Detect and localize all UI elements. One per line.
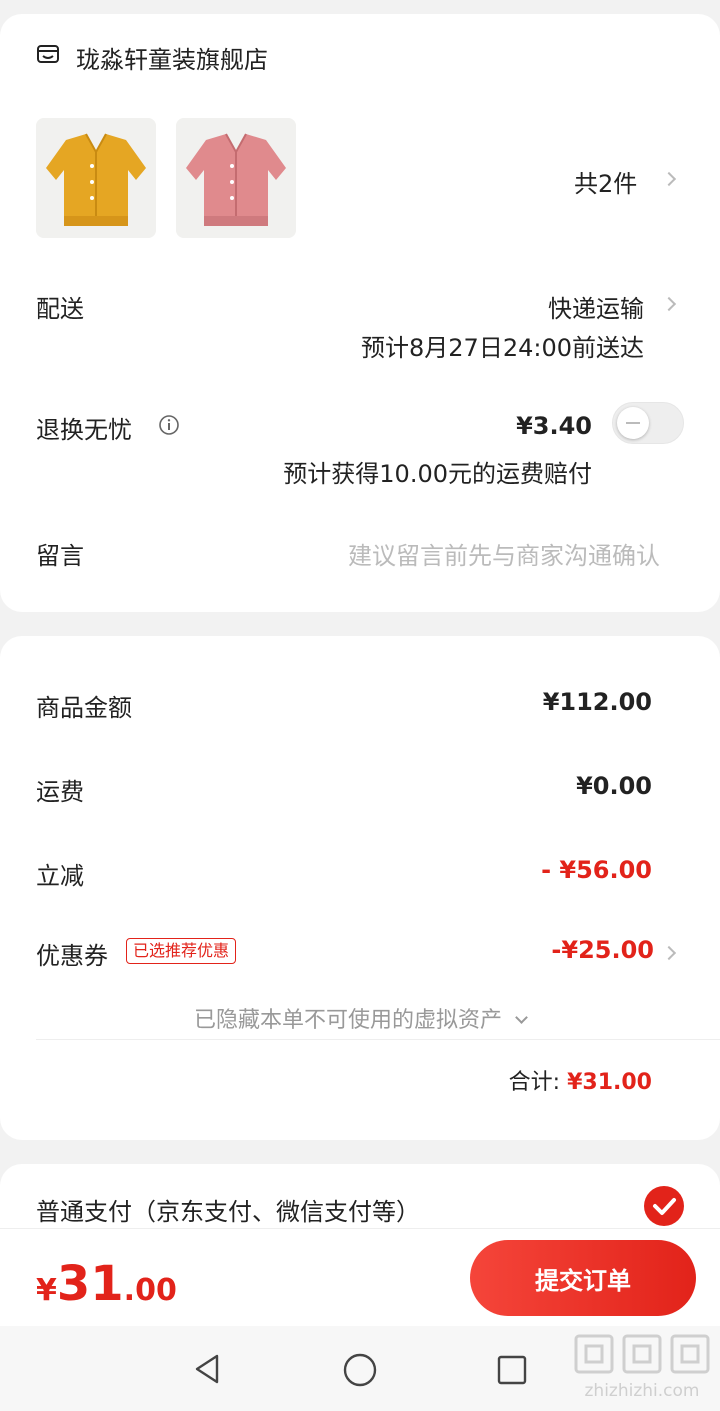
currency-symbol: ¥ (36, 1273, 57, 1308)
return-insurance-price: ¥3.40 (516, 412, 592, 440)
home-icon[interactable] (342, 1352, 378, 1392)
product-thumbnail-yellow[interactable] (36, 118, 156, 238)
delivery-label: 配送 (36, 295, 84, 323)
product-count[interactable]: 共2件 (574, 164, 637, 199)
return-insurance-label: 退换无忧 (36, 416, 132, 444)
shipping-fee-value: ¥0.00 (576, 772, 652, 800)
chevron-right-icon[interactable] (661, 296, 677, 312)
coupon-label: 优惠券 (36, 942, 108, 970)
chevron-down-icon (515, 1011, 528, 1024)
delivery-method[interactable]: 快递运输 (548, 289, 644, 324)
pink-cardigan-image (176, 118, 296, 238)
message-label: 留言 (36, 542, 84, 570)
price-summary-card: 商品金额 ¥112.00 运费 ¥0.00 立减 - ¥56.00 优惠券 已选… (0, 636, 720, 1140)
coupon-value[interactable]: -¥25.00 (551, 936, 654, 964)
instant-discount-value: - ¥56.00 (541, 856, 652, 884)
amount-decimal: .00 (123, 1273, 177, 1308)
back-icon[interactable] (190, 1352, 224, 1390)
coupon-badge: 已选推荐优惠 (126, 938, 237, 964)
divider (36, 1039, 720, 1040)
shipping-fee-label: 运费 (36, 778, 84, 806)
total-row: 合计: ¥31.00 (509, 1064, 652, 1096)
system-nav-bar: zhizhizhi.com (0, 1326, 720, 1411)
total-value: ¥31.00 (567, 1070, 652, 1095)
watermark-text: zhizhizhi.com (584, 1381, 700, 1401)
checkmark-icon[interactable] (644, 1186, 684, 1226)
delivery-eta: 预计8月27日24:00前送达 (361, 334, 644, 362)
hidden-assets-toggle[interactable]: 已隐藏本单不可使用的虚拟资产 (0, 1002, 720, 1034)
instant-discount-label: 立减 (36, 862, 84, 890)
chevron-right-icon[interactable] (661, 171, 677, 187)
goods-amount-value: ¥112.00 (542, 688, 652, 716)
total-label: 合计: (508, 1070, 561, 1095)
total-amount: ¥31.00 (36, 1256, 177, 1312)
toggle-knob (617, 407, 649, 439)
hidden-assets-text: 已隐藏本单不可使用的虚拟资产 (193, 1008, 502, 1033)
return-insurance-note: 预计获得10.00元的运费赔付 (283, 460, 592, 488)
store-icon (36, 42, 60, 66)
return-insurance-toggle[interactable] (612, 402, 684, 444)
yellow-cardigan-image (36, 118, 156, 238)
goods-amount-label: 商品金额 (36, 694, 132, 722)
message-input[interactable]: 建议留言前先与商家沟通确认 (348, 536, 660, 571)
order-card: 珑淼轩童装旗舰店 共2件 配送 快递运输 预计8月27日24:00前送达 退换无… (0, 14, 720, 612)
product-thumbnail-pink[interactable] (176, 118, 296, 238)
payment-method-label[interactable]: 普通支付（京东支付、微信支付等） (36, 1192, 420, 1227)
info-icon[interactable] (158, 414, 180, 436)
amount-integer: 31 (56, 1256, 124, 1312)
chevron-right-icon[interactable] (661, 945, 677, 961)
store-name[interactable]: 珑淼轩童装旗舰店 (76, 40, 268, 75)
watermark-logo: zhizhizhi.com (572, 1330, 712, 1408)
recent-apps-icon[interactable] (496, 1354, 528, 1390)
submit-order-button[interactable]: 提交订单 (470, 1240, 696, 1316)
